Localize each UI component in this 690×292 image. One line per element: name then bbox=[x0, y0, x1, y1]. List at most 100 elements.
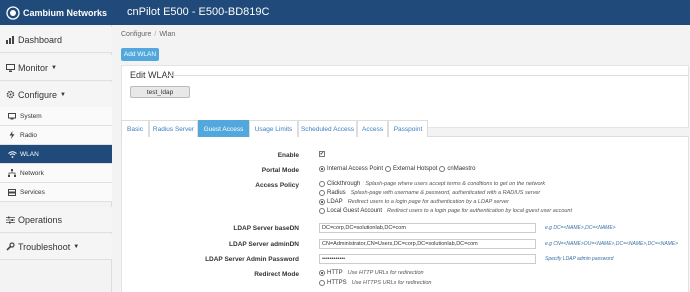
tab-radius-server[interactable]: Radius Server bbox=[149, 120, 198, 137]
access-policy-label: Access Policy bbox=[255, 182, 299, 189]
option-label: HTTPS bbox=[327, 280, 347, 286]
caret-down-icon: ▼ bbox=[51, 64, 57, 71]
policy-option-clickthrough: Clickthrough Splash-page where users acc… bbox=[319, 181, 545, 187]
network-icon bbox=[7, 169, 17, 177]
sidebar-item-troubleshoot[interactable]: Troubleshoot ▼ bbox=[0, 234, 112, 260]
admin-dn-input[interactable]: CN=Administrator,CN=Users,DC=corp,DC=sol… bbox=[319, 239, 536, 249]
brand-name: Cambium Networks bbox=[23, 8, 108, 18]
gear-icon bbox=[5, 90, 15, 99]
sidebar-item-configure[interactable]: Configure ▼ bbox=[0, 82, 112, 108]
tab-scheduled-access[interactable]: Scheduled Access bbox=[298, 120, 357, 137]
base-dn-input[interactable]: DC=corp,DC=solutionlab,DC=com bbox=[319, 223, 536, 233]
option-label: Internal Access Point bbox=[327, 166, 384, 172]
tab-access[interactable]: Access bbox=[357, 120, 388, 137]
sidebar-item-label: Network bbox=[20, 169, 44, 177]
policy-option-local-guest: Local Guest Account Redirect users to a … bbox=[319, 208, 572, 214]
divider bbox=[166, 75, 688, 76]
option-hint: Splash-page with username & password, au… bbox=[350, 190, 541, 196]
option-label: LDAP bbox=[327, 199, 343, 205]
sidebar-item-radio[interactable]: Radio bbox=[0, 126, 112, 145]
sidebar-item-label: Monitor bbox=[18, 62, 49, 73]
monitor-icon bbox=[5, 63, 15, 72]
cambium-logo-icon bbox=[6, 6, 20, 20]
tab-guest-access[interactable]: Guest Access bbox=[198, 120, 249, 137]
portal-mode-options: Internal Access Point External Hotspot c… bbox=[319, 166, 475, 172]
radio-http[interactable] bbox=[319, 270, 325, 276]
breadcrumb: Configure / Wlan bbox=[121, 31, 176, 38]
server-icon bbox=[7, 188, 17, 196]
sidebar: Dashboard Monitor ▼ Configure ▼ System R… bbox=[0, 25, 112, 292]
breadcrumb-wlan: Wlan bbox=[159, 31, 176, 38]
redirect-option-https: HTTPS Use HTTPS URLs for redirection bbox=[319, 280, 431, 286]
breadcrumb-configure[interactable]: Configure bbox=[121, 31, 151, 38]
dashboard-icon bbox=[5, 35, 15, 44]
enable-label: Enable bbox=[277, 152, 299, 159]
redirect-option-http: HTTP Use HTTP URLs for redirection bbox=[319, 270, 424, 276]
radio-internal-access-point[interactable] bbox=[319, 166, 325, 172]
option-hint: Redirect users to a login page for authe… bbox=[387, 208, 573, 214]
sidebar-item-label: System bbox=[20, 112, 42, 120]
tab-basic[interactable]: Basic bbox=[121, 120, 149, 137]
option-label: Clickthrough bbox=[327, 181, 361, 187]
admin-password-example: Specify LDAP admin password bbox=[545, 256, 614, 262]
edit-wlan-panel: Edit WLAN test_ldap bbox=[121, 65, 689, 128]
redirect-mode-label: Redirect Mode bbox=[254, 271, 299, 278]
sidebar-item-system[interactable]: System bbox=[0, 107, 112, 126]
radio-cnmaestro[interactable] bbox=[439, 166, 446, 172]
sidebar-item-label: Services bbox=[20, 188, 45, 196]
lightning-icon bbox=[7, 131, 17, 139]
option-hint: Splash-page where users accept terms & c… bbox=[365, 181, 546, 187]
option-label: Radius bbox=[327, 190, 346, 196]
radio-https[interactable] bbox=[319, 280, 325, 286]
sidebar-item-label: Radio bbox=[20, 131, 37, 139]
option-label: HTTP bbox=[327, 270, 343, 276]
sidebar-item-network[interactable]: Network bbox=[0, 164, 112, 183]
option-label: External Hotspot bbox=[393, 166, 438, 172]
base-dn-example: e.g DC=<NAME>,DC=<NAME> bbox=[545, 225, 616, 231]
guest-access-form: Enable ✔ Portal Mode Internal Access Poi… bbox=[121, 137, 689, 292]
wrench-icon bbox=[5, 242, 15, 251]
wlan-name-button[interactable]: test_ldap bbox=[130, 86, 190, 98]
radio-clickthrough[interactable] bbox=[319, 181, 325, 187]
add-wlan-button[interactable]: Add WLAN bbox=[121, 48, 159, 61]
admin-password-input[interactable]: •••••••••••• bbox=[319, 254, 536, 264]
option-hint: Redirect users to a login page for authe… bbox=[347, 199, 509, 205]
sidebar-item-dashboard[interactable]: Dashboard bbox=[0, 27, 112, 53]
top-bar: Cambium Networks cnPilot E500 - E500-BD8… bbox=[0, 0, 690, 25]
main-content: Configure / Wlan Add WLAN Edit WLAN test_l… bbox=[113, 25, 690, 292]
sliders-icon bbox=[5, 216, 15, 224]
tab-bar: Basic Radius Server Guest Access Usage L… bbox=[121, 120, 689, 137]
sidebar-item-wlan[interactable]: WLAN bbox=[0, 145, 112, 164]
sidebar-item-operations[interactable]: Operations bbox=[0, 207, 112, 233]
option-label: cnMaestro bbox=[447, 166, 476, 172]
desktop-icon bbox=[7, 112, 17, 120]
sidebar-item-label: Troubleshoot bbox=[18, 241, 71, 252]
caret-down-icon: ▼ bbox=[73, 243, 80, 250]
enable-checkbox[interactable]: ✔ bbox=[319, 151, 325, 157]
caret-down-icon: ▼ bbox=[60, 91, 66, 98]
base-dn-label: LDAP Server baseDN bbox=[233, 225, 299, 232]
radio-ldap[interactable] bbox=[319, 199, 325, 205]
sidebar-item-monitor[interactable]: Monitor ▼ bbox=[0, 55, 112, 81]
admin-password-label: LDAP Server Admin Password bbox=[205, 256, 299, 263]
tab-usage-limits[interactable]: Usage Limits bbox=[249, 120, 298, 137]
tab-passpoint[interactable]: Passpoint bbox=[388, 120, 428, 137]
policy-option-ldap: LDAP Redirect users to a login page for … bbox=[319, 199, 509, 205]
policy-option-radius: Radius Splash-page with username & passw… bbox=[319, 190, 540, 196]
sidebar-item-services[interactable]: Services bbox=[0, 183, 112, 202]
sidebar-item-label: WLAN bbox=[20, 150, 39, 158]
brand-logo[interactable]: Cambium Networks bbox=[6, 6, 107, 20]
radio-radius[interactable] bbox=[319, 190, 325, 196]
radio-local-guest-account[interactable] bbox=[319, 208, 325, 214]
admin-dn-label: LDAP Server adminDN bbox=[229, 241, 299, 248]
sidebar-item-label: Operations bbox=[18, 214, 63, 225]
sidebar-item-label: Dashboard bbox=[18, 34, 63, 45]
option-hint: Use HTTP URLs for redirection bbox=[347, 270, 424, 276]
wifi-icon bbox=[7, 150, 17, 158]
radio-external-hotspot[interactable] bbox=[385, 166, 392, 172]
option-hint: Use HTTPS URLs for redirection bbox=[351, 280, 432, 286]
sidebar-item-label: Configure bbox=[18, 89, 58, 100]
device-title: cnPilot E500 - E500-BD819C bbox=[127, 6, 270, 18]
portal-mode-label: Portal Mode bbox=[261, 167, 299, 174]
checkmark-icon: ✔ bbox=[319, 151, 325, 157]
